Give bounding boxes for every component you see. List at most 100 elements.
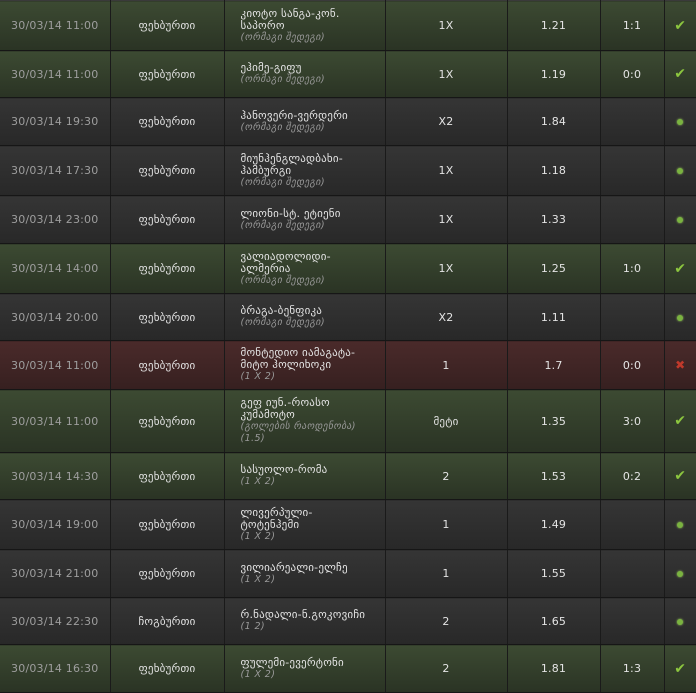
bet-row[interactable]: 30/03/14 21:00 ფეხბურთი ვილიარეალი-ელჩე (1 … <box>0 549 696 598</box>
bet-market: (ორმაგი შედეგი) <box>240 219 325 231</box>
bet-event: ბრაგა-ბენფიკა (ორმაგი შედეგი) <box>224 293 386 341</box>
bet-score: 0:0 <box>600 340 665 390</box>
bet-pick: X2 <box>385 293 508 341</box>
bet-odds: 1.35 <box>507 389 601 453</box>
bet-teams: რ.ნადალი-ნ.გოკოვიჩი <box>240 608 366 621</box>
bet-sport: ფეხბურთი <box>110 389 225 453</box>
bet-market: (1 X 2) <box>240 371 276 382</box>
bet-status <box>664 499 696 550</box>
bet-teams: ბრაგა-ბენფიკა <box>240 304 323 317</box>
bet-row[interactable]: 30/03/14 17:30 ფეხბურთი მიუნჰენგლადბახი- ჰ… <box>0 145 696 196</box>
bet-status <box>664 195 696 244</box>
bet-event: ჰანოვერი-ვერდერი (ორმაგი შედეგი) <box>224 97 386 146</box>
bet-status <box>664 97 696 146</box>
bet-row[interactable]: 30/03/14 11:00 ფეხბურთი მონტედიო იამაგატა-… <box>0 340 696 390</box>
pending-dot-icon <box>677 217 684 223</box>
bet-status <box>664 145 696 196</box>
bet-date: 30/03/14 21:00 <box>0 549 111 598</box>
bet-odds: 1.19 <box>507 50 601 98</box>
bet-date: 30/03/14 16:30 <box>0 644 111 693</box>
bet-market: (ორმაგი შედეგი) <box>240 317 325 328</box>
bet-sport: ფეხბურთი <box>110 644 225 693</box>
bet-teams: ლივერპული- ტოტენჰემი <box>240 505 313 531</box>
bet-teams: გეფ იუნ.-როასო კუმამოტო <box>240 396 330 421</box>
check-icon: ✔ <box>674 468 687 484</box>
bet-event: ლივერპული- ტოტენჰემი (1 X 2) <box>224 499 386 550</box>
bet-teams: ჰანოვერი-ვერდერი <box>240 108 348 122</box>
bet-odds: 1.11 <box>507 293 601 341</box>
bet-sport: ფეხბურთი <box>110 145 225 196</box>
bet-event: ვილიარეალი-ელჩე (1 X 2) <box>224 549 386 598</box>
bet-row[interactable]: 30/03/14 16:30 ფეხბურთი ფულემი-ევერტონი (1 … <box>0 644 696 693</box>
bet-score <box>600 597 665 645</box>
check-icon: ✔ <box>674 260 687 277</box>
bet-event: გეფ იუნ.-როასო კუმამოტო (გოლების რაოდენობ… <box>224 389 386 453</box>
bet-row[interactable]: 30/03/14 19:30 ფეხბურთი ჰანოვერი-ვერდერი (ო… <box>0 97 696 146</box>
bet-row[interactable]: 30/03/14 11:00 ფეხბურთი კიოტო სანგა-კონ. ს… <box>0 0 696 51</box>
bet-event: მიუნჰენგლადბახი- ჰამბურგი (ორმაგი შედეგი) <box>224 145 386 196</box>
bet-score: 1:1 <box>600 0 665 51</box>
bet-odds: 1.84 <box>507 97 601 146</box>
bet-teams: სასუოლო-რომა <box>240 463 328 476</box>
bet-status: ✔ <box>664 389 696 453</box>
bet-score <box>600 145 665 196</box>
bet-row[interactable]: 30/03/14 23:00 ფეხბურთი ლიონი-სტ. ეტიენი (ო… <box>0 195 696 244</box>
bet-teams: ლიონი-სტ. ეტიენი <box>240 206 341 220</box>
bet-teams: მონტედიო იამაგატა- მიტო ჰოლიხოკი <box>240 346 356 371</box>
bet-score <box>600 499 665 550</box>
bet-sport: ფეხბურთი <box>110 50 225 98</box>
check-icon: ✔ <box>674 413 687 429</box>
bet-market: (ორმაგი შედეგი) <box>240 31 325 43</box>
bet-pick: მეტი <box>385 389 508 453</box>
bet-status <box>664 293 696 341</box>
bet-odds: 1.7 <box>507 340 601 390</box>
bet-score: 1:3 <box>600 644 665 693</box>
bet-pick: 1X <box>385 0 508 51</box>
bet-score <box>600 97 665 146</box>
bet-market: (ორმაგი შედეგი) <box>240 74 325 85</box>
bet-odds: 1.33 <box>507 195 601 244</box>
bet-score: 1:0 <box>600 243 665 294</box>
bet-odds: 1.25 <box>507 243 601 294</box>
bets-history-table: 30/03/14 11:00 ფეხბურთი კიოტო სანგა-კონ. ს… <box>0 0 696 693</box>
bet-event: ვალიადოლიდი- ალმერია (ორმაგი შედეგი) <box>224 243 386 294</box>
bet-sport: ფეხბურთი <box>110 499 225 550</box>
pending-dot-icon <box>677 314 684 321</box>
check-icon: ✔ <box>674 660 687 677</box>
bet-event: სასუოლო-რომა (1 X 2) <box>224 452 386 500</box>
bet-row[interactable]: 30/03/14 14:00 ფეხბურთი ვალიადოლიდი- ალმერ… <box>0 243 696 294</box>
bet-sport: ფეხბურთი <box>110 340 225 390</box>
bet-market: (ორმაგი შედეგი) <box>240 274 325 286</box>
pending-dot-icon <box>677 119 684 125</box>
bet-row[interactable]: 30/03/14 11:00 ფეხბურთი გეფ იუნ.-როასო კუმ… <box>0 389 696 453</box>
bet-event: ლიონი-სტ. ეტიენი (ორმაგი შედეგი) <box>224 195 386 244</box>
bet-date: 30/03/14 14:00 <box>0 243 111 294</box>
bet-sport: ფეხბურთი <box>110 452 225 500</box>
bet-odds: 1.81 <box>507 644 601 693</box>
bet-teams: ეჰიმე-გიფუ <box>240 61 302 74</box>
bet-row[interactable]: 30/03/14 19:00 ფეხბურთი ლივერპული- ტოტენჰე… <box>0 499 696 550</box>
bet-sport: ფეხბურთი <box>110 97 225 146</box>
bet-market: (ორმაგი შედეგი) <box>240 176 325 188</box>
bet-sport: ჩოგბურთი <box>110 597 225 645</box>
bet-market: (1 X 2) <box>240 530 276 542</box>
bet-event: ეჰიმე-გიფუ (ორმაგი შედეგი) <box>224 50 386 98</box>
bet-row[interactable]: 30/03/14 22:30 ჩოგბურთი რ.ნადალი-ნ.გოკოვიჩ… <box>0 597 696 645</box>
bet-odds: 1.55 <box>507 549 601 598</box>
bet-teams: ვალიადოლიდი- ალმერია <box>240 249 331 275</box>
bet-status: ✔ <box>664 452 696 500</box>
bet-date: 30/03/14 20:00 <box>0 293 111 341</box>
bet-event: კიოტო სანგა-კონ. საპორო (ორმაგი შედეგი) <box>224 0 386 51</box>
bet-row[interactable]: 30/03/14 11:00 ფეხბურთი ეჰიმე-გიფუ (ორმაგი … <box>0 50 696 98</box>
bet-pick: 1 <box>385 340 508 390</box>
bet-pick: 1X <box>385 50 508 98</box>
bet-teams: კიოტო სანგა-კონ. საპორო <box>240 6 340 32</box>
bet-row[interactable]: 30/03/14 14:30 ფეხბურთი სასუოლო-რომა (1 X 2… <box>0 452 696 500</box>
bet-pick: 1X <box>385 243 508 294</box>
bet-status: ✔ <box>664 0 696 51</box>
bet-score <box>600 549 665 598</box>
bet-teams: ფულემი-ევერტონი <box>240 655 344 669</box>
bet-date: 30/03/14 11:00 <box>0 340 111 390</box>
pending-dot-icon <box>677 618 684 625</box>
bet-row[interactable]: 30/03/14 20:00 ფეხბურთი ბრაგა-ბენფიკა (ორმა… <box>0 293 696 341</box>
